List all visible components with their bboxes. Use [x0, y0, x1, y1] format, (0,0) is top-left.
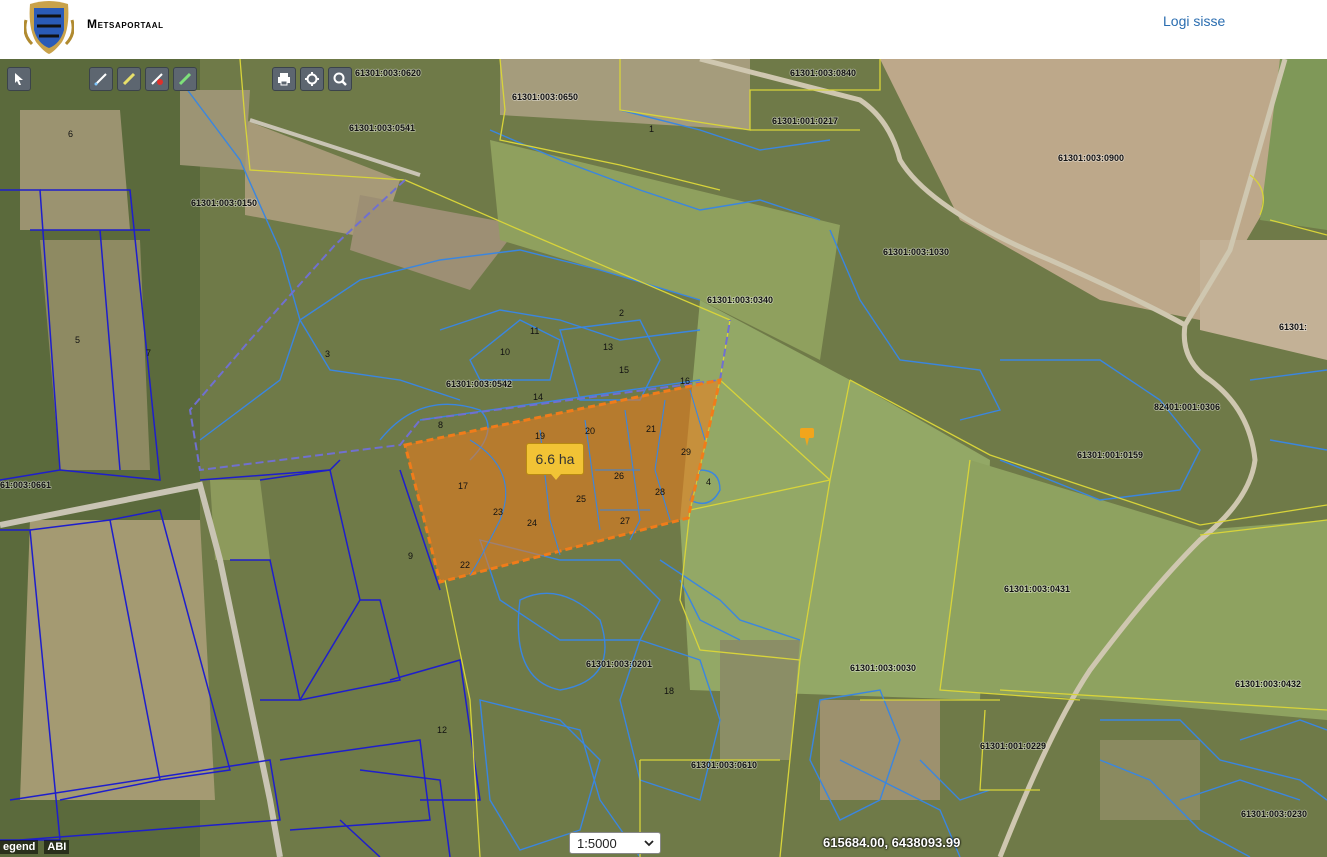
stand-number: 29 — [681, 447, 691, 457]
header: Metsaportaal Logi sisse — [0, 0, 1327, 59]
parcel-label: 61301:001:0217 — [772, 116, 838, 126]
parcel-label: 61301:003:0542 — [446, 379, 512, 389]
toolbar-gap — [35, 67, 85, 91]
parcel-label: 61301:001:0159 — [1077, 450, 1143, 460]
parcel-label: 61:003:0661 — [0, 480, 51, 490]
locate-icon[interactable] — [300, 67, 324, 91]
parcel-label: 61301:003:1030 — [883, 247, 949, 257]
chevron-down-icon — [644, 840, 654, 847]
bottom-left-links: egend ABI — [0, 840, 70, 854]
parcel-label: 61301:003:0230 — [1241, 809, 1307, 819]
parcel-label: 61301:003:0340 — [707, 295, 773, 305]
stand-number: 17 — [458, 481, 468, 491]
stand-number: 16 — [680, 376, 690, 386]
stand-number: 1 — [649, 124, 654, 134]
map-canvas[interactable]: 61301:003:0620 61301:003:0650 61301:003:… — [0, 59, 1327, 857]
parcel-label: 61301:003:0900 — [1058, 153, 1124, 163]
parcel-label: 82401:001:0306 — [1154, 402, 1220, 412]
map-toolbar — [272, 67, 352, 91]
parcel-label: 61301:003:0432 — [1235, 679, 1301, 689]
parcel-label: 61301:003:0030 — [850, 663, 916, 673]
parcel-label: 61301: — [1279, 322, 1307, 332]
login-link[interactable]: Logi sisse — [1163, 13, 1225, 29]
draw-line-tool-icon[interactable] — [89, 67, 113, 91]
area-measurement-tooltip: 6.6 ha — [526, 443, 584, 480]
stand-number: 21 — [646, 424, 656, 434]
stand-number: 24 — [527, 518, 537, 528]
help-button[interactable]: ABI — [44, 840, 70, 854]
stand-number: 22 — [460, 560, 470, 570]
brand-name[interactable]: Metsaportaal — [87, 17, 164, 31]
drawing-toolbar — [7, 67, 197, 91]
stand-number: 27 — [620, 516, 630, 526]
stand-number: 10 — [500, 347, 510, 357]
print-icon[interactable] — [272, 67, 296, 91]
coat-of-arms-logo[interactable] — [23, 0, 75, 54]
stand-number: 14 — [533, 392, 543, 402]
stand-number: 26 — [614, 471, 624, 481]
stand-number: 9 — [408, 551, 413, 561]
stand-number: 19 — [535, 431, 545, 441]
measure-tool-icon[interactable] — [173, 67, 197, 91]
parcel-label: 61301:003:0840 — [790, 68, 856, 78]
stand-number: 5 — [75, 335, 80, 345]
stand-number: 8 — [438, 420, 443, 430]
cursor-coordinates: 615684.00, 6438093.99 — [823, 835, 961, 850]
stand-number: 13 — [603, 342, 613, 352]
stand-number: 7 — [146, 348, 151, 358]
parcel-label: 61301:003:0650 — [512, 92, 578, 102]
parcel-label: 61301:001:0229 — [980, 741, 1046, 751]
parcel-label: 61301:003:0610 — [691, 760, 757, 770]
remove-drawing-tool-icon[interactable] — [145, 67, 169, 91]
stand-number: 25 — [576, 494, 586, 504]
parcel-label: 61301:003:0201 — [586, 659, 652, 669]
stand-number: 18 — [664, 686, 674, 696]
parcel-label: 61301:003:0431 — [1004, 584, 1070, 594]
stand-number: 15 — [619, 365, 629, 375]
legend-button[interactable]: egend — [0, 840, 39, 854]
stand-number: 6 — [68, 129, 73, 139]
parcel-label: 61301:003:0541 — [349, 123, 415, 133]
stand-number: 23 — [493, 507, 503, 517]
scale-select[interactable]: 1:5000 — [569, 832, 661, 854]
stand-number: 20 — [585, 426, 595, 436]
select-tool-icon[interactable] — [7, 67, 31, 91]
stand-number: 2 — [619, 308, 624, 318]
stand-number: 28 — [655, 487, 665, 497]
search-icon[interactable] — [328, 67, 352, 91]
stand-number: 3 — [325, 349, 330, 359]
map-layer[interactable]: 61301:003:0620 61301:003:0650 61301:003:… — [0, 59, 1327, 857]
draw-polygon-tool-icon[interactable] — [117, 67, 141, 91]
stand-number: 11 — [530, 326, 539, 336]
location-marker-icon[interactable] — [799, 427, 815, 447]
stand-number: 4 — [706, 477, 711, 487]
parcel-label: 61301:003:0620 — [355, 68, 421, 78]
parcel-label: 61301:003:0150 — [191, 198, 257, 208]
scale-value: 1:5000 — [577, 835, 617, 851]
stand-number: 12 — [437, 725, 447, 735]
